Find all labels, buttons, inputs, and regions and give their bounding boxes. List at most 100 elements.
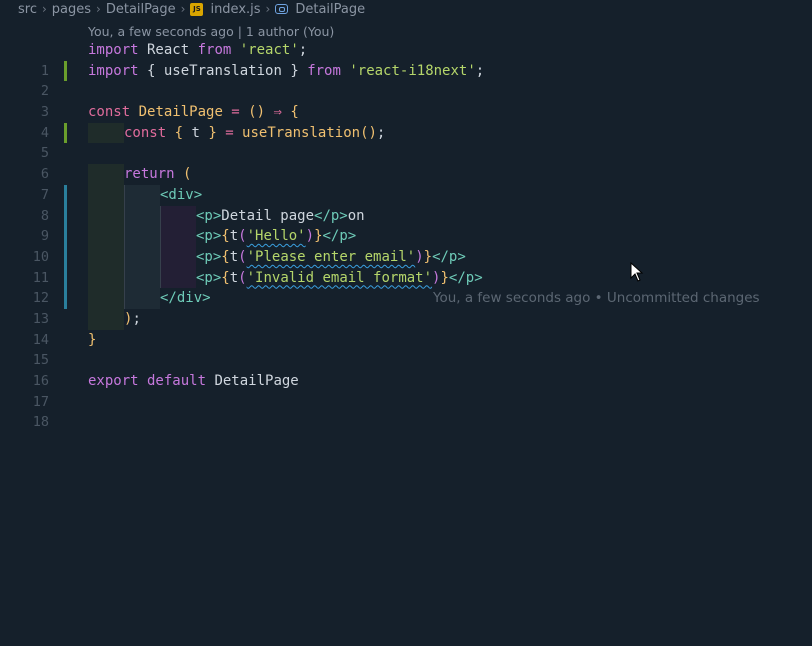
jsx-tag: </div> (160, 290, 211, 307)
line-content: export default DetailPage (88, 371, 299, 392)
string-literal: 'react-i18next' (340, 62, 476, 79)
string-literal: 'Hello' (246, 228, 306, 245)
punctuation: ; (376, 124, 386, 141)
identifier: React (138, 42, 198, 58)
breadcrumb-item-symbol[interactable]: DetailPage (295, 2, 365, 17)
jsx-tag: <p> (196, 248, 222, 265)
punctuation: ; (475, 62, 485, 79)
punctuation: { (221, 269, 230, 286)
indent-guide (88, 288, 124, 309)
indent-guide (124, 246, 160, 268)
line-content: <p>Detail page</p>on (88, 205, 365, 227)
code-line: 2 import { useTranslation } from 'react-… (0, 60, 812, 99)
identifier: DetailPage (206, 373, 299, 389)
keyword: default (138, 373, 207, 389)
code-line: 15 } (0, 330, 812, 369)
jsx-tag: </p> (432, 248, 466, 265)
punctuation: { (221, 228, 230, 245)
code-line: 4 const DetailPage = () ⇒ { (0, 102, 812, 141)
indent-guide (124, 288, 160, 309)
punctuation: } (281, 62, 308, 79)
code-line: 8 <div> (0, 184, 812, 224)
punctuation: } (423, 248, 433, 265)
editor-window: src › pages › DetailPage › JS index.js ›… (0, 0, 812, 646)
identifier: useTranslation (163, 62, 282, 79)
line-number: 18 (32, 414, 49, 431)
chevron-right-icon: › (96, 2, 101, 16)
code-editor[interactable]: 1 import React from 'react'; 2 import { … (0, 40, 812, 430)
line-content: </div> (88, 288, 211, 309)
indent-guide (160, 267, 196, 289)
gutter-modified-marker[interactable] (64, 226, 67, 247)
string-literal: 'Please enter email' (246, 248, 416, 265)
indent-guide (88, 184, 124, 206)
keyword: import (88, 62, 139, 79)
punctuation: { (221, 248, 230, 265)
identifier: DetailPage (130, 104, 223, 121)
jsx-tag: </p> (448, 269, 483, 286)
line-content: <p>{t('Please enter email')}</p> (88, 246, 466, 268)
jsx-tag: </p> (314, 207, 348, 224)
line-content: <p>{t('Hello')}</p> (88, 226, 356, 247)
punctuation: ) (305, 228, 315, 245)
indent-guide (160, 226, 196, 247)
keyword: const (88, 104, 131, 121)
line-content: return ( (88, 164, 191, 185)
indent-guide (124, 267, 160, 289)
keyword: from (307, 62, 341, 79)
gutter-modified-marker[interactable] (64, 184, 67, 206)
punctuation: { (166, 124, 192, 141)
jsx-tag: </p> (322, 228, 357, 245)
punctuation: } (314, 228, 323, 245)
code-line: 3 (0, 81, 812, 120)
code-line: 5 const { t } = useTranslation(); (0, 122, 812, 161)
code-line: 1 import React from 'react'; (0, 40, 812, 79)
jsx-tag: <p> (196, 207, 222, 224)
breadcrumb-item-pages[interactable]: pages (52, 2, 91, 17)
gutter-modified-marker[interactable] (64, 246, 67, 268)
javascript-file-icon: JS (190, 2, 204, 16)
function-call: t (229, 228, 239, 245)
line-content: import { useTranslation } from 'react-i1… (88, 61, 484, 82)
punctuation: ) (415, 248, 424, 265)
breadcrumb-item-file[interactable]: index.js (210, 2, 260, 17)
punctuation: } (440, 269, 449, 286)
jsx-tag: <p> (196, 228, 222, 245)
breadcrumb: src › pages › DetailPage › JS index.js ›… (0, 0, 812, 18)
punctuation: { (138, 62, 164, 79)
punctuation: ; (132, 310, 141, 327)
code-line: 14 ); (0, 308, 812, 348)
function-call: t (229, 269, 239, 286)
gutter-modified-marker[interactable] (64, 205, 67, 227)
indent-guide (88, 164, 124, 185)
punctuation: ( (238, 248, 247, 265)
line-content: } (88, 330, 96, 351)
indent-guide (124, 226, 160, 247)
function-call: useTranslation (242, 124, 361, 141)
keyword: const (124, 124, 167, 141)
jsx-tag: <p> (196, 269, 222, 286)
code-line: 16 (0, 350, 812, 389)
code-line: 18 (0, 392, 812, 430)
jsx-tag: <div> (160, 186, 203, 203)
operator: ⇒ (265, 104, 291, 121)
mouse-pointer-icon (630, 262, 644, 282)
operator: = (222, 104, 249, 121)
breadcrumb-item-src[interactable]: src (18, 2, 37, 17)
operator: = (225, 124, 243, 141)
gutter-modified-marker[interactable] (64, 267, 67, 289)
indent-guide (88, 308, 124, 330)
gutter-modified-marker[interactable] (64, 288, 67, 309)
line-content: const DetailPage = () ⇒ { (88, 102, 299, 123)
chevron-right-icon: › (265, 2, 271, 16)
codelens-blame-header[interactable]: You, a few seconds ago | 1 author (You) (88, 24, 334, 39)
gutter-added-marker[interactable] (64, 60, 67, 82)
gutter-added-marker[interactable] (64, 122, 67, 144)
function-call: t (229, 248, 239, 265)
chevron-right-icon: › (41, 2, 47, 16)
identifier: t (191, 124, 200, 141)
punctuation: } (88, 331, 97, 348)
punctuation: ( (174, 166, 192, 183)
breadcrumb-item-detailpage-folder[interactable]: DetailPage (106, 2, 176, 17)
indent-guide (88, 267, 124, 289)
